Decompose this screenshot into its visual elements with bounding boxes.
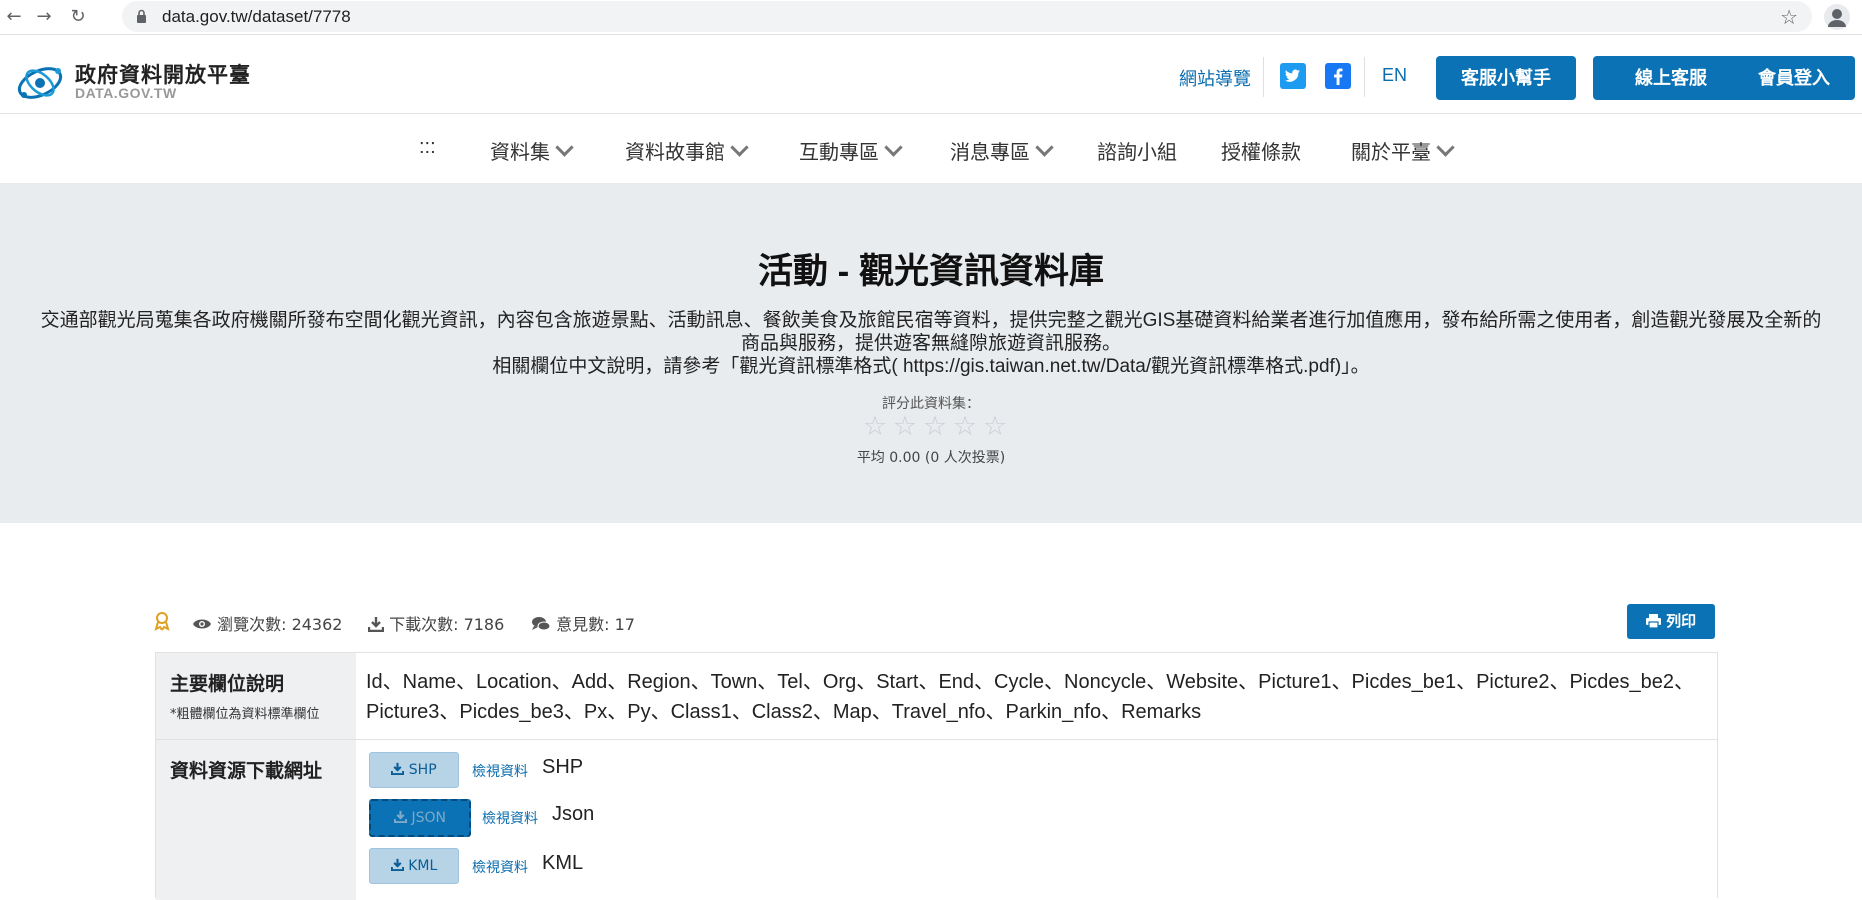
resource-row: KML 檢視資料 KML xyxy=(369,848,669,884)
browser-toolbar: ← → ↻ data.gov.tw/dataset/7778 ☆ xyxy=(0,0,1862,35)
download-icon xyxy=(367,617,385,633)
eye-icon xyxy=(193,619,211,629)
profile-avatar-icon[interactable] xyxy=(1824,4,1850,30)
rating-label: 評分此資料集： xyxy=(882,396,980,412)
fields-line: Id、Name、Location、Add、Region、Town、Tel、Org… xyxy=(366,671,1694,693)
nav-item-stories[interactable]: 資料故事館 xyxy=(625,136,749,165)
download-count: 下載次數: 7186 xyxy=(389,615,505,634)
help-button[interactable]: 客服小幫手 xyxy=(1436,56,1576,100)
star-icon[interactable]: ☆ xyxy=(920,411,950,442)
page-title: 活動 - 觀光資訊資料庫 xyxy=(757,252,1105,291)
address-bar[interactable]: data.gov.tw/dataset/7778 ☆ xyxy=(122,1,1812,32)
view-data-link[interactable]: 檢視資料 xyxy=(472,761,528,781)
fields-list: Id、Name、Location、Add、Region、Town、Tel、Org… xyxy=(366,667,1696,727)
button-label: SHP xyxy=(408,762,437,778)
facebook-icon[interactable] xyxy=(1325,63,1351,89)
download-icon xyxy=(391,762,405,776)
row-divider xyxy=(156,739,1717,740)
download-json-button[interactable]: JSON xyxy=(369,799,471,837)
rating-average: 平均 0.00 (0 人次投票) xyxy=(856,450,1006,466)
resource-row: JSON 檢視資料 Json xyxy=(369,799,669,837)
download-title: 資料資源下載網址 xyxy=(170,761,323,782)
twitter-icon[interactable] xyxy=(1280,63,1306,89)
comment-count: 意見數: 17 xyxy=(556,615,635,634)
dataset-hero: 活動 - 觀光資訊資料庫 交通部觀光局蒐集各政府機關所發布空間化觀光資訊，內容包… xyxy=(0,183,1862,523)
download-icon xyxy=(390,858,404,872)
resource-format: KML xyxy=(542,852,584,874)
logo-subtitle: DATA.GOV.TW xyxy=(75,85,177,101)
chevron-down-icon xyxy=(884,138,903,157)
rating-stars: ☆ ☆ ☆ ☆ ☆ xyxy=(860,411,1010,442)
online-service-button[interactable]: 線上客服 xyxy=(1593,56,1749,100)
fields-title: 主要欄位說明 xyxy=(170,674,285,695)
resource-row: SHP 檢視資料 SHP xyxy=(369,752,669,788)
forward-icon[interactable]: → xyxy=(32,5,56,29)
view-count: 瀏覽次數: 24362 xyxy=(217,615,343,634)
language-switch[interactable]: EN xyxy=(1382,65,1407,86)
divider xyxy=(1364,57,1365,97)
nav-item-label: 互動專區 xyxy=(799,142,879,164)
bookmark-star-icon[interactable]: ☆ xyxy=(1780,5,1798,29)
view-data-link[interactable]: 檢視資料 xyxy=(472,857,528,877)
dataset-info-table: 主要欄位說明 *粗體欄位為資料標準欄位 Id、Name、Location、Add… xyxy=(155,652,1718,900)
star-icon[interactable]: ☆ xyxy=(980,411,1010,442)
chevron-down-icon xyxy=(1035,138,1054,157)
chevron-down-icon xyxy=(555,138,574,157)
resource-format: SHP xyxy=(542,756,584,778)
login-button[interactable]: 會員登入 xyxy=(1733,56,1855,100)
nav-item-label: 關於平臺 xyxy=(1351,142,1431,164)
main-nav: ::: 資料集 資料故事館 互動專區 消息專區 諮詢小組 授權條款 關於平臺 xyxy=(0,114,1862,182)
award-icon xyxy=(154,612,170,631)
divider xyxy=(1263,57,1264,97)
nav-item-interactive[interactable]: 互動專區 xyxy=(799,136,903,165)
reload-icon[interactable]: ↻ xyxy=(66,5,90,29)
button-label: JSON xyxy=(411,810,446,826)
table-header-cell: 主要欄位說明 *粗體欄位為資料標準欄位 xyxy=(156,653,356,739)
nav-item-label: 消息專區 xyxy=(950,142,1030,164)
print-button[interactable]: 列印 xyxy=(1627,604,1715,639)
chevron-down-icon xyxy=(1436,138,1455,157)
accesskey-link[interactable]: ::: xyxy=(419,136,436,159)
url-text: data.gov.tw/dataset/7778 xyxy=(162,7,351,26)
fields-note: *粗體欄位為資料標準欄位 xyxy=(170,707,320,722)
lock-icon xyxy=(137,9,146,23)
table-header-cell: 資料資源下載網址 xyxy=(156,740,356,900)
download-shp-button[interactable]: SHP xyxy=(369,752,459,788)
view-data-link[interactable]: 檢視資料 xyxy=(482,808,538,828)
nav-item-datasets[interactable]: 資料集 xyxy=(490,136,574,165)
description-line: 商品與服務，提供遊客無縫隙旅遊資訊服務。 xyxy=(740,333,1121,354)
print-icon xyxy=(1645,614,1661,629)
nav-item-news[interactable]: 消息專區 xyxy=(950,136,1054,165)
description-line: 相關欄位中文說明，請參考「觀光資訊標準格式( https://gis.taiwa… xyxy=(492,356,1370,377)
site-header: 政府資料開放平臺 DATA.GOV.TW 網站導覽 EN 客服小幫手 線上客服 … xyxy=(0,35,1862,114)
nav-item-label: 授權條款 xyxy=(1221,142,1301,164)
nav-item-label: 資料故事館 xyxy=(625,142,725,164)
star-icon[interactable]: ☆ xyxy=(860,411,890,442)
dataset-description: 交通部觀光局蒐集各政府機關所發布空間化觀光資訊，內容包含旅遊景點、活動訊息、餐飲… xyxy=(0,309,1862,378)
resource-format: Json xyxy=(552,803,595,825)
nav-item-license[interactable]: 授權條款 xyxy=(1221,136,1301,165)
star-icon[interactable]: ☆ xyxy=(890,411,920,442)
star-icon[interactable]: ☆ xyxy=(950,411,980,442)
description-line: 交通部觀光局蒐集各政府機關所發布空間化觀光資訊，內容包含旅遊景點、活動訊息、餐飲… xyxy=(40,310,1822,331)
site-logo-icon[interactable] xyxy=(14,57,68,105)
fields-line: Picture3、Picdes_be3、Px、Py、Class1、Class2、… xyxy=(366,701,1202,723)
download-icon xyxy=(393,810,408,824)
nav-item-advisory[interactable]: 諮詢小組 xyxy=(1097,136,1177,165)
print-label: 列印 xyxy=(1666,612,1697,630)
nav-item-about[interactable]: 關於平臺 xyxy=(1351,136,1455,165)
chevron-down-icon xyxy=(730,138,749,157)
nav-item-label: 資料集 xyxy=(490,142,550,164)
button-label: KML xyxy=(408,858,438,874)
nav-item-label: 諮詢小組 xyxy=(1097,142,1177,164)
comments-icon xyxy=(532,617,551,631)
site-guide-link[interactable]: 網站導覽 xyxy=(1179,65,1251,91)
back-icon[interactable]: ← xyxy=(2,5,26,29)
download-kml-button[interactable]: KML xyxy=(369,848,459,884)
